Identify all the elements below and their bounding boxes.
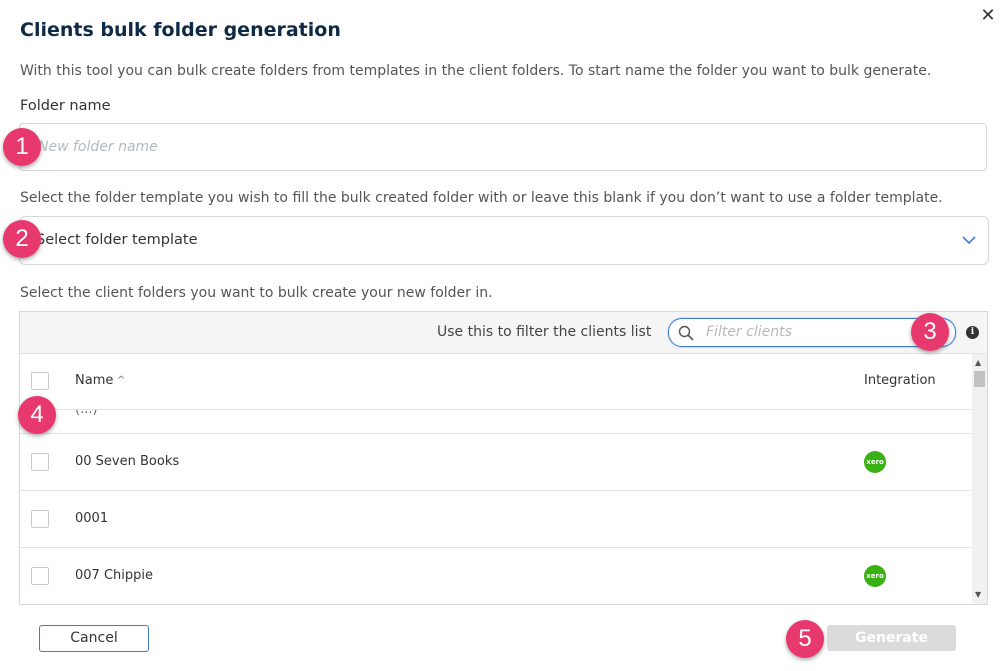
intro-text: With this tool you can bulk create folde… (20, 63, 932, 79)
annotation-badge-2: 2 (3, 220, 41, 258)
cancel-button[interactable]: Cancel (39, 625, 149, 652)
annotation-badge-3: 3 (911, 313, 949, 351)
clients-hint: Select the client folders you want to bu… (20, 285, 493, 301)
generate-button[interactable]: Generate (827, 625, 956, 651)
row-name-partial: (...) (75, 410, 98, 417)
template-hint: Select the folder template you wish to f… (20, 190, 943, 206)
client-name: 007 Chippie (75, 568, 153, 583)
table-header: Name ^ Integration (20, 354, 971, 410)
annotation-badge-1: 1 (3, 128, 41, 166)
dialog-title: Clients bulk folder generation (20, 19, 341, 41)
folder-name-label: Folder name (20, 98, 111, 114)
select-all-checkbox[interactable] (31, 372, 49, 390)
filter-bar: Use this to filter the clients list Filt… (20, 312, 987, 354)
row-checkbox[interactable] (31, 453, 49, 471)
xero-icon: xero (864, 565, 886, 587)
table-row[interactable]: 00 Seven Books xero (20, 434, 971, 491)
column-integration-header: Integration (864, 373, 936, 388)
row-checkbox[interactable] (31, 567, 49, 585)
scrollbar-thumb[interactable] (974, 371, 985, 387)
annotation-badge-4: 4 (18, 396, 56, 434)
table-row: (...) (20, 410, 971, 434)
row-checkbox[interactable] (31, 510, 49, 528)
table-scrollbar[interactable]: ▲ ▼ (972, 354, 987, 604)
folder-name-input[interactable]: New folder name (19, 123, 987, 171)
folder-name-placeholder: New folder name (38, 139, 158, 155)
folder-template-value: Select folder template (36, 232, 198, 248)
scroll-up-icon[interactable]: ▲ (975, 358, 981, 367)
search-icon (678, 325, 694, 341)
xero-icon: xero (864, 451, 886, 473)
bulk-folder-dialog: Clients bulk folder generation ✕ With th… (0, 0, 1004, 671)
scroll-down-icon[interactable]: ▼ (975, 590, 981, 599)
table-row[interactable]: 007 Chippie xero (20, 548, 971, 604)
table-body: (...) 00 Seven Books xero 0001 007 Chipp… (20, 410, 971, 604)
folder-template-select[interactable]: Select folder template (19, 216, 989, 265)
client-name: 0001 (75, 511, 109, 526)
chevron-down-icon (962, 236, 976, 245)
sort-ascending-icon[interactable]: ^ (117, 375, 125, 386)
column-name-header[interactable]: Name (75, 373, 113, 388)
info-icon[interactable]: i (966, 326, 979, 339)
clients-table: Use this to filter the clients list Filt… (19, 311, 988, 605)
filter-placeholder: Filter clients (706, 324, 792, 340)
client-name: 00 Seven Books (75, 454, 180, 469)
table-row[interactable]: 0001 (20, 491, 971, 548)
close-icon[interactable]: ✕ (978, 6, 998, 26)
filter-label: Use this to filter the clients list (437, 324, 652, 340)
annotation-badge-5: 5 (786, 620, 824, 658)
